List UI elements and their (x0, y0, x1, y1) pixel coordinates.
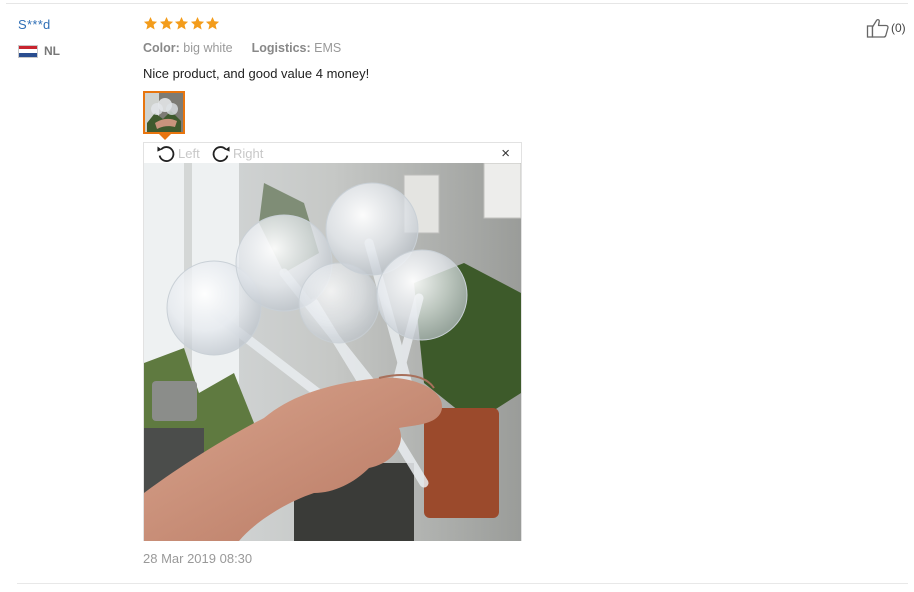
thumbs-up-icon (866, 18, 889, 38)
rotate-left-label: Left (178, 145, 200, 161)
review-comment: Nice product, and good value 4 money! (143, 66, 370, 81)
buyer-name[interactable]: S***d (18, 17, 51, 32)
attribute-label-color: Color: (143, 41, 180, 55)
helpful-button[interactable]: (0) (866, 17, 906, 39)
rotate-left-button[interactable]: Left (155, 143, 200, 163)
star-icon (159, 16, 173, 30)
attribute-value-logistics: EMS (314, 41, 342, 55)
helpful-count: (0) (891, 21, 906, 35)
bottom-divider (17, 583, 908, 584)
buyer-info: S***d NL (18, 17, 60, 58)
viewer-toolbar: Left Right × (144, 143, 521, 164)
netherlands-flag-icon (18, 44, 38, 58)
close-icon[interactable]: × (501, 146, 510, 162)
country-code: NL (44, 44, 60, 58)
thumbnail-pointer (159, 134, 171, 140)
star-rating (143, 16, 843, 34)
star-icon (190, 16, 204, 30)
buyer-country: NL (18, 44, 60, 58)
order-attributes: Color: big white Logistics: EMS (143, 41, 341, 55)
review-photo-thumbnail[interactable] (143, 91, 185, 134)
review-body: Color: big white Logistics: EMS Nice pro… (143, 16, 843, 81)
rotate-left-icon (157, 146, 175, 162)
attribute-label-logistics: Logistics: (251, 41, 311, 55)
review-photo (144, 163, 521, 541)
rotate-right-label: Right (233, 145, 264, 161)
star-icon (205, 16, 220, 30)
photo-viewer: Left Right × (143, 142, 522, 541)
review-date: 28 Mar 2019 08:30 (143, 551, 253, 566)
attribute-value-color: big white (183, 41, 233, 55)
top-divider (6, 3, 908, 4)
star-icon (174, 16, 189, 30)
star-icon (143, 16, 158, 30)
rotate-right-button[interactable]: Right (210, 143, 263, 163)
rotate-right-icon (212, 146, 230, 162)
